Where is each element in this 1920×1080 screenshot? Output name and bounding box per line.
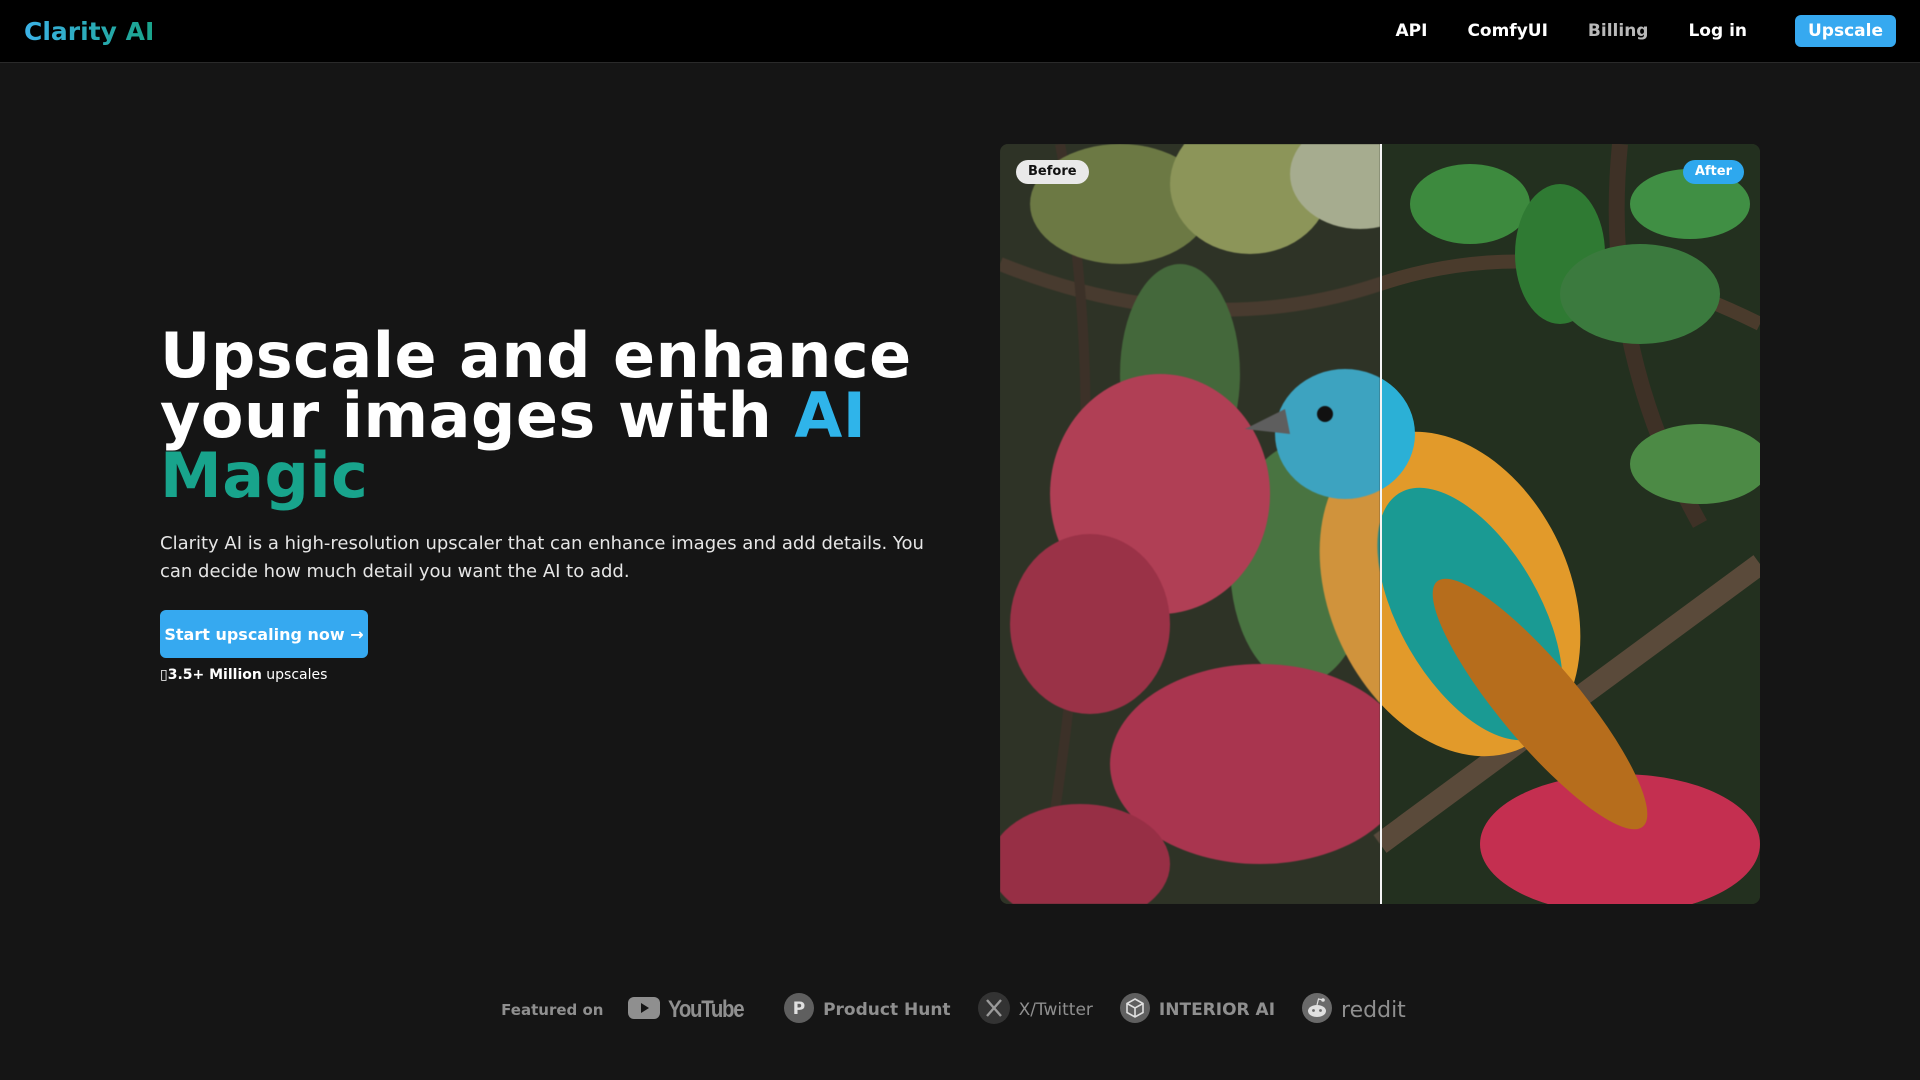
x-logo-icon bbox=[977, 991, 1011, 1029]
svg-text:P: P bbox=[793, 999, 805, 1019]
nav-links: API ComfyUI Billing Log in Upscale bbox=[1355, 15, 1896, 47]
featured-label: Featured on bbox=[501, 1001, 604, 1019]
bird-illustration-after bbox=[1380, 144, 1760, 904]
brand-interior-ai-label: INTERIOR AI bbox=[1158, 1000, 1276, 1020]
start-upscaling-button[interactable]: Start upscaling now → bbox=[160, 610, 368, 658]
stats-count: 3.5+ Million bbox=[167, 667, 262, 683]
stats-icon: ▯ bbox=[160, 667, 168, 683]
brand-youtube-label: YouTube bbox=[668, 996, 745, 1023]
nav-link-billing[interactable]: Billing bbox=[1588, 21, 1649, 41]
top-nav: Clarity AI API ComfyUI Billing Log in Up… bbox=[0, 0, 1920, 63]
comparison-slider-handle[interactable] bbox=[1380, 144, 1382, 904]
reddit-alien-icon bbox=[1301, 992, 1333, 1028]
brand-product-hunt[interactable]: P Product Hunt bbox=[783, 992, 951, 1028]
hero-title-magic: Magic bbox=[160, 439, 369, 512]
product-hunt-icon: P bbox=[783, 992, 815, 1028]
nav-link-comfyui[interactable]: ComfyUI bbox=[1467, 21, 1547, 41]
hero-title: Upscale and enhance your images with AI … bbox=[160, 325, 940, 507]
upscale-stats: ▯3.5+ Million upscales bbox=[160, 667, 327, 683]
brand-x-twitter[interactable]: X/Twitter bbox=[977, 991, 1093, 1029]
brand-interior-ai[interactable]: INTERIOR AI bbox=[1119, 992, 1275, 1028]
brand-product-hunt-label: Product Hunt bbox=[823, 1000, 951, 1020]
cube-icon bbox=[1119, 992, 1151, 1028]
before-image bbox=[1000, 144, 1380, 904]
brand-youtube[interactable]: YouTube bbox=[628, 996, 757, 1024]
brand-reddit-label: reddit bbox=[1341, 997, 1406, 1023]
brand-reddit[interactable]: reddit bbox=[1301, 992, 1406, 1028]
before-badge: Before bbox=[1016, 160, 1089, 184]
logo[interactable]: Clarity AI bbox=[24, 17, 154, 46]
after-badge: After bbox=[1682, 160, 1744, 184]
nav-link-api[interactable]: API bbox=[1395, 21, 1427, 41]
featured-on-bar: Featured on YouTube P Product Hunt X/Twi… bbox=[0, 985, 1920, 1035]
play-icon bbox=[628, 996, 661, 1024]
nav-link-login[interactable]: Log in bbox=[1688, 21, 1747, 41]
after-image bbox=[1380, 144, 1760, 904]
upscale-button[interactable]: Upscale bbox=[1795, 15, 1896, 47]
bird-illustration-before bbox=[1000, 144, 1380, 904]
stats-suffix: upscales bbox=[261, 667, 328, 683]
brand-x-twitter-label: X/Twitter bbox=[1018, 1000, 1093, 1020]
hero-title-ai: AI bbox=[794, 379, 867, 452]
before-after-comparison[interactable]: Before After bbox=[1000, 144, 1760, 904]
hero-description: Clarity AI is a high-resolution upscaler… bbox=[160, 533, 924, 582]
